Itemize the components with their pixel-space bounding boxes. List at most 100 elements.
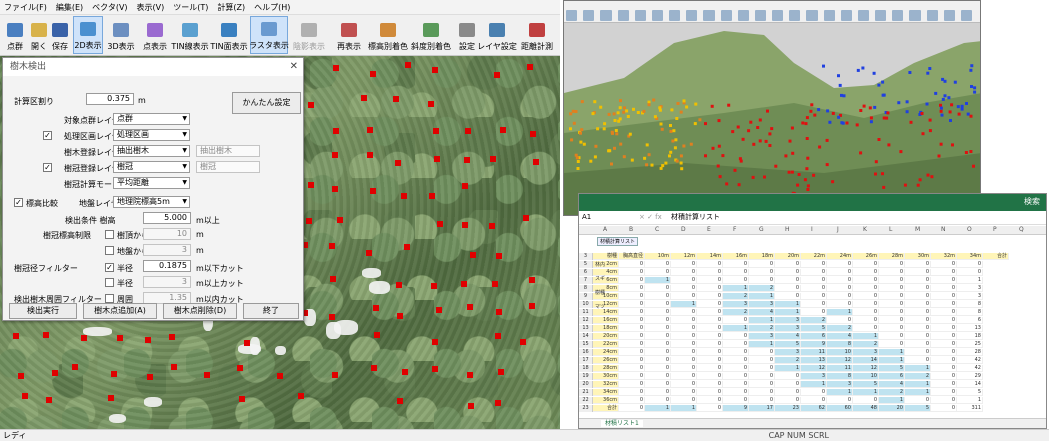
tree-marker[interactable]: [496, 309, 503, 316]
table-cell[interactable]: 0: [879, 261, 905, 268]
row-number[interactable]: 16: [579, 349, 593, 356]
tree-marker[interactable]: [333, 64, 339, 71]
table-cell[interactable]: 0: [905, 397, 931, 404]
table-cell[interactable]: 6: [801, 333, 827, 340]
table-cell[interactable]: 0: [853, 261, 879, 268]
table-cell[interactable]: 0: [723, 373, 749, 380]
table-cell[interactable]: 0: [697, 269, 723, 276]
table-cell[interactable]: 1: [853, 389, 879, 396]
table-cell[interactable]: 0: [645, 349, 671, 356]
table-cell[interactable]: 0: [619, 357, 645, 364]
table-cell[interactable]: 32cm: [593, 381, 619, 388]
table-cell[interactable]: 0: [749, 261, 775, 268]
name-box[interactable]: A1: [582, 211, 591, 224]
table-cell[interactable]: 0: [619, 397, 645, 404]
table-cell[interactable]: 1: [905, 381, 931, 388]
table-cell[interactable]: 3: [801, 373, 827, 380]
table-cell[interactable]: 24cm: [593, 349, 619, 356]
tree-marker[interactable]: [46, 396, 53, 403]
tree-marker[interactable]: [331, 186, 338, 193]
tree-marker[interactable]: [401, 368, 408, 375]
table-cell[interactable]: 0: [879, 317, 905, 324]
table-cell[interactable]: 0: [671, 325, 697, 332]
tree-marker[interactable]: [434, 155, 441, 162]
table-cell[interactable]: 1: [775, 301, 801, 308]
easy-setting-button[interactable]: かんたん設定: [232, 92, 301, 114]
tree-marker[interactable]: [80, 334, 87, 341]
table-cell[interactable]: 0: [671, 357, 697, 364]
detect-run-button[interactable]: 検出実行: [9, 303, 77, 319]
table-cell[interactable]: 1: [905, 365, 931, 372]
row-number[interactable]: 19: [579, 373, 593, 380]
3d-toolbar-icon[interactable]: [943, 10, 955, 21]
ground-layer-select[interactable]: 地理院標高5m: [113, 196, 190, 208]
table-cell[interactable]: 10: [827, 349, 853, 356]
table-cell[interactable]: 9: [723, 405, 749, 412]
tree-marker[interactable]: [72, 363, 79, 370]
table-cell[interactable]: 13: [957, 325, 983, 332]
radius-input[interactable]: 0.1875: [143, 260, 191, 272]
toolbar-button[interactable]: 陰影表示: [292, 16, 326, 54]
table-cell[interactable]: 0: [957, 269, 983, 276]
table-cell[interactable]: 合計: [593, 405, 619, 412]
table-cell[interactable]: 0: [645, 309, 671, 316]
tree-marker[interactable]: [461, 183, 468, 190]
tree-marker[interactable]: [111, 371, 118, 378]
table-cell[interactable]: 0: [645, 301, 671, 308]
tree-marker[interactable]: [396, 281, 403, 288]
crown-mode-select[interactable]: 平均距離: [113, 177, 190, 189]
tree-marker[interactable]: [400, 192, 407, 199]
table-cell[interactable]: 0: [749, 389, 775, 396]
3d-toolbar-icon[interactable]: [737, 10, 749, 21]
table-cell[interactable]: 11: [801, 349, 827, 356]
table-cell[interactable]: 3: [723, 301, 749, 308]
tree-marker[interactable]: [495, 252, 502, 259]
table-cell[interactable]: 20: [879, 405, 905, 412]
extract-height-input[interactable]: 5.000: [143, 212, 191, 224]
toolbar-button[interactable]: 設定: [458, 16, 476, 54]
table-cell[interactable]: 23: [775, 405, 801, 412]
table-cell[interactable]: 29: [957, 373, 983, 380]
tree-marker[interactable]: [329, 243, 336, 250]
table-cell[interactable]: 0: [671, 341, 697, 348]
tree-marker[interactable]: [52, 369, 59, 376]
table-cell[interactable]: 0: [931, 269, 957, 276]
table-cell[interactable]: 0: [853, 397, 879, 404]
tree-marker[interactable]: [169, 333, 176, 340]
tree-marker[interactable]: [307, 102, 314, 109]
table-cell[interactable]: 311: [957, 405, 983, 412]
table-cell[interactable]: 12: [853, 365, 879, 372]
tree-marker[interactable]: [392, 96, 399, 103]
tree-marker[interactable]: [117, 334, 124, 341]
table-cell[interactable]: 9: [801, 341, 827, 348]
table-cell[interactable]: 1: [827, 309, 853, 316]
table-cell[interactable]: 0: [697, 397, 723, 404]
table-cell[interactable]: 3: [749, 301, 775, 308]
column-letter[interactable]: Q: [1019, 226, 1024, 233]
table-cell[interactable]: 48: [853, 405, 879, 412]
table-cell[interactable]: 0: [619, 365, 645, 372]
3d-toolbar-icon[interactable]: [772, 10, 784, 21]
table-cell[interactable]: 18: [957, 333, 983, 340]
table-cell[interactable]: 0: [827, 269, 853, 276]
table-cell[interactable]: 0: [671, 269, 697, 276]
table-cell[interactable]: 0: [853, 277, 879, 284]
table-cell[interactable]: 0: [827, 293, 853, 300]
table-cell[interactable]: 0: [905, 277, 931, 284]
table-cell[interactable]: 0: [645, 293, 671, 300]
table-cell[interactable]: 0: [697, 365, 723, 372]
table-cell[interactable]: 0: [645, 325, 671, 332]
table-cell[interactable]: 0: [905, 301, 931, 308]
toolbar-button[interactable]: 斜度別着色: [410, 16, 452, 54]
radius-checkbox[interactable]: ✓: [105, 263, 114, 272]
table-cell[interactable]: 0: [879, 341, 905, 348]
table-cell[interactable]: 30cm: [593, 373, 619, 380]
from-top-input[interactable]: 10: [143, 228, 191, 240]
area-layer-select[interactable]: 処理区画: [113, 129, 190, 141]
table-cell[interactable]: 1: [749, 293, 775, 300]
tree-marker[interactable]: [144, 336, 151, 343]
table-cell[interactable]: 0: [749, 373, 775, 380]
table-cell[interactable]: 34cm: [593, 389, 619, 396]
table-cell[interactable]: 3: [749, 333, 775, 340]
table-cell[interactable]: 0: [645, 365, 671, 372]
